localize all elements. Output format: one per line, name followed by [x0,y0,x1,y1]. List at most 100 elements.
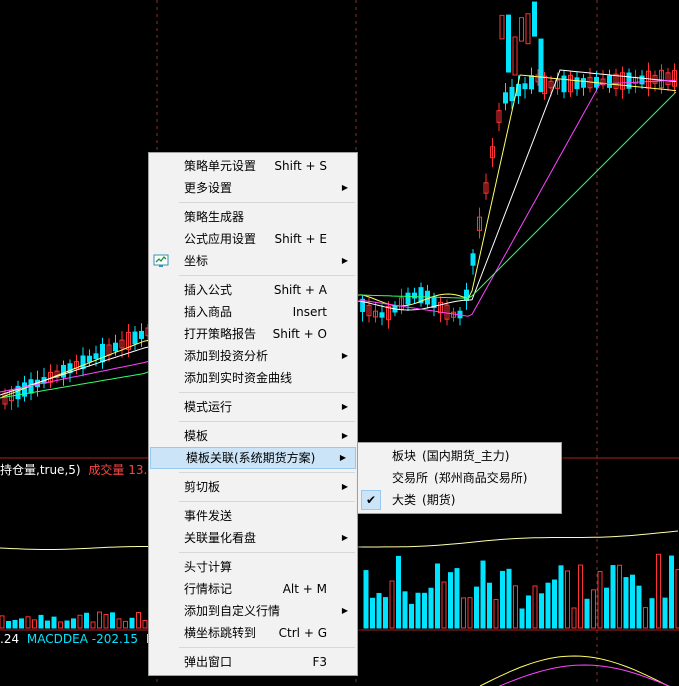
volume-bar [656,553,661,629]
volume-bar [6,620,11,629]
menu-item-28[interactable]: 弹出窗口 F3 [149,651,357,673]
menu-separator [179,421,355,422]
menu-item-label: 行情标记 [184,582,233,596]
menu-item-label: 更多设置 [184,181,233,195]
submenu-item-value: (国内期货_主力) [422,449,510,463]
volume-bar [565,570,570,629]
volume-bar [461,597,466,629]
volume-bar [38,614,44,629]
macd-signal-line [498,664,671,686]
volume-bar [19,618,24,629]
volume-bar [597,571,603,629]
menu-item-10[interactable]: 添加到投资分析 ▶ [149,345,357,367]
volume-bar [370,597,375,629]
volume-bar [532,585,538,629]
candle-body [93,353,99,359]
indicator-params: 持仓量,true,5) [0,463,81,477]
menu-item-label: 插入商品 [184,305,233,319]
menu-item-8[interactable]: 插入商品 Insert [149,301,357,323]
volume-bar [649,598,655,629]
volume-bar [526,595,531,629]
submenu-arrow-icon: ▶ [341,256,348,265]
menu-item-label: 事件发送 [184,509,233,523]
menu-item-13[interactable]: 模式运行 ▶ [149,396,357,418]
menu-item-23[interactable]: 头寸计算 [149,556,357,578]
menu-item-4[interactable]: 公式应用设置 Shift + E [149,228,357,250]
volume-bar [32,619,37,629]
volume-bar [480,560,486,629]
volume-bar [487,582,492,629]
menu-item-3[interactable]: 策略生成器 [149,206,357,228]
volume-bar [545,582,551,629]
menu-item-9[interactable]: 打开策略报告 Shift + O [149,323,357,345]
submenu-item-value: (郑州商品交易所) [434,471,528,485]
candle-body [379,312,385,318]
menu-item-25[interactable]: 添加到自定义行情 ▶ [149,600,357,622]
volume-bar [415,592,421,629]
macd-dea-label: MACDDEA -202.15 [26,632,139,646]
indicator-label: 持仓量,true,5) 成交量 13.4 [0,461,155,478]
candle-body [525,13,531,45]
menu-item-18[interactable]: 剪切板 ▶ [149,476,357,498]
menu-item-16[interactable]: 模板关联(系统期货方案) ▶ [150,447,356,469]
volume-bar [71,618,76,629]
volume-bar [363,570,369,629]
volume-bar [617,564,622,629]
submenu-arrow-icon: ▶ [341,606,348,615]
menu-item-24[interactable]: 行情标记 Alt + M [149,578,357,600]
submenu-item-1[interactable]: 交易所 (郑州商品交易所) [358,467,561,489]
candle-body [574,77,580,90]
menu-item-0[interactable]: 策略单元设置 Shift + S [149,155,357,177]
volume-bar [513,585,518,629]
menu-item-shortcut: Shift + E [274,232,327,246]
volume-bar [584,598,590,629]
volume-bar [435,563,440,629]
submenu-item-value: (期货) [422,493,456,507]
menu-item-11[interactable]: 添加到实时资金曲线 [149,367,357,389]
macd-value-left: .24 [0,632,20,646]
menu-separator [179,202,355,203]
context-menu: 策略单元设置 Shift + S 更多设置 ▶ 策略生成器 公式应用设置 Shift + E… [148,152,358,676]
menu-item-label: 横坐标跳转到 [184,626,257,640]
volume-bar [610,565,616,629]
menu-item-shortcut: F3 [312,655,327,669]
volume-bar [396,555,401,629]
menu-item-5[interactable]: 坐标 ▶ [149,250,357,272]
candle-body [639,75,645,85]
volume-bar [571,607,577,629]
volume-bar [474,586,479,629]
candle-body [499,14,505,40]
menu-item-1[interactable]: 更多设置 ▶ [149,177,357,199]
menu-item-15[interactable]: 模板 ▶ [149,425,357,447]
menu-item-shortcut: Shift + O [272,327,327,341]
volume-bar [578,564,583,629]
volume-bar [77,614,83,629]
volume-bar [25,616,31,629]
volume-bar [123,620,128,629]
menu-item-21[interactable]: 关联量化看盘 ▶ [149,527,357,549]
menu-separator [179,501,355,502]
volume-bar [428,587,434,629]
menu-item-20[interactable]: 事件发送 [149,505,357,527]
menu-item-label: 模板关联(系统期货方案) [186,451,316,465]
volume-bar [90,621,96,629]
menu-separator [179,647,355,648]
volume-bar [389,580,395,629]
volume-bar [506,568,512,629]
menu-item-label: 添加到投资分析 [184,349,269,363]
volume-bar [636,585,642,629]
menu-item-label: 策略生成器 [184,210,245,224]
volume-bar [454,568,460,629]
menu-item-shortcut: Insert [292,305,327,319]
submenu-item-2[interactable]: ✔ 大类 (期货) [358,489,561,511]
template-association-submenu: 板块 (国内期货_主力) 交易所 (郑州商品交易所) ✔ 大类 (期货) [357,442,562,514]
volume-bar [467,597,473,629]
monitor-chart-icon [153,254,169,267]
volume-bar [58,621,63,629]
submenu-item-0[interactable]: 板块 (国内期货_主力) [358,445,561,467]
menu-item-7[interactable]: 插入公式 Shift + A [149,279,357,301]
menu-item-26[interactable]: 横坐标跳转到 Ctrl + G [149,622,357,644]
candle-body [519,17,524,42]
volume-bar [64,620,70,629]
candle-body [522,83,528,90]
